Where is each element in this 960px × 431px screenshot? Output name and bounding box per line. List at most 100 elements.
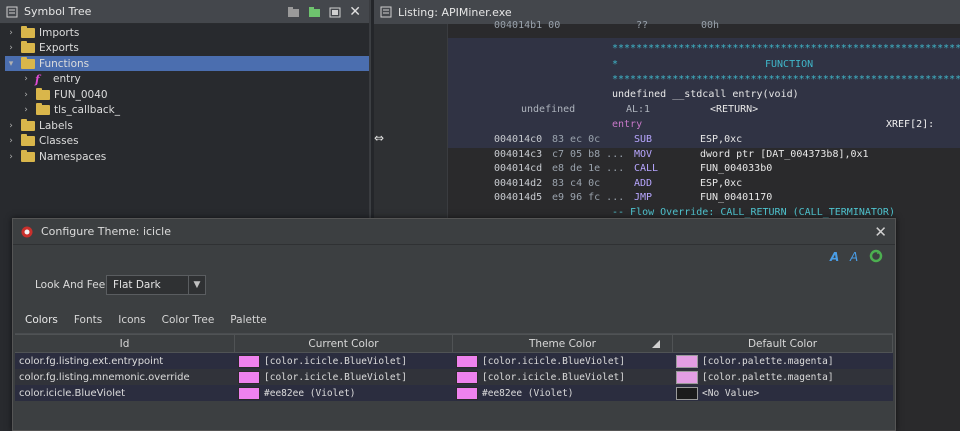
chevron-right-icon[interactable]: › <box>6 152 16 162</box>
tree-item-namespaces[interactable]: › Namespaces <box>6 149 106 164</box>
chevron-right-icon[interactable]: › <box>21 90 31 100</box>
chevron-right-icon[interactable]: › <box>6 121 16 131</box>
tree-item-entry[interactable]: › f entry <box>21 72 81 87</box>
tree-item-tls-callback[interactable]: › tls_callback_ <box>21 103 120 118</box>
tree-item-imports[interactable]: › Imports <box>6 25 79 40</box>
instruction-mnemonic[interactable]: ADD <box>634 178 652 189</box>
current-color-swatch[interactable] <box>238 386 260 400</box>
theme-tabs: Colors Fonts Icons Color Tree Palette <box>17 311 275 335</box>
current-color-swatch[interactable] <box>238 354 260 368</box>
cell-default-color[interactable]: [color.palette.magenta] <box>673 369 893 385</box>
cell-theme-color[interactable]: [color.icicle.BlueViolet] <box>453 369 673 385</box>
instruction-address[interactable]: 004014c0 <box>494 134 542 145</box>
cell-current-color[interactable]: #ee82ee (Violet) <box>235 385 453 401</box>
current-color-value: [color.icicle.BlueViolet] <box>264 355 407 367</box>
function-icon: f <box>35 72 40 86</box>
default-color-swatch[interactable] <box>676 354 698 368</box>
default-color-swatch[interactable] <box>676 370 698 384</box>
instruction-address[interactable]: 004014d5 <box>494 192 542 203</box>
default-color-value: [color.palette.magenta] <box>702 355 834 367</box>
table-row[interactable]: color.fg.listing.mnemonic.override [color… <box>15 369 893 385</box>
theme-color-swatch[interactable] <box>456 370 478 384</box>
entry-label[interactable]: entry <box>612 119 642 130</box>
cell-theme-color[interactable]: [color.icicle.BlueViolet] <box>453 353 673 369</box>
chevron-right-icon[interactable]: › <box>6 136 16 146</box>
theme-color-value: [color.icicle.BlueViolet] <box>482 355 625 367</box>
return-register: AL:1 <box>626 104 651 115</box>
current-color-swatch[interactable] <box>238 370 260 384</box>
column-header-id[interactable]: Id <box>15 335 235 352</box>
look-and-feel-select[interactable]: Flat Dark ▼ <box>106 275 206 295</box>
column-header-default[interactable]: Default Color <box>673 335 893 352</box>
column-header-theme-label: Theme Color <box>529 337 596 350</box>
instruction-operands[interactable]: ESP,0xc <box>700 134 742 145</box>
tree-icon <box>6 6 18 17</box>
tab-colors[interactable]: Colors <box>17 311 66 335</box>
cell-default-color[interactable]: <No Value> <box>673 385 893 401</box>
tree-item-label: tls_callback_ <box>54 104 120 116</box>
instruction-operands[interactable]: FUN_004033b0 <box>700 163 772 174</box>
cell-theme-color[interactable]: #ee82ee (Violet) <box>453 385 673 401</box>
folder-icon <box>36 103 50 115</box>
theme-color-swatch[interactable] <box>456 354 478 368</box>
tab-icons[interactable]: Icons <box>110 311 153 335</box>
table-row[interactable]: color.fg.listing.ext.entrypoint [color.ic… <box>15 353 893 369</box>
create-folder-icon[interactable] <box>287 6 300 18</box>
tab-color-tree[interactable]: Color Tree <box>154 311 223 335</box>
symbol-tree-titlebar: Symbol Tree ✕ <box>0 0 369 24</box>
listing-titlebar: Listing: APIMiner.exe <box>374 0 960 24</box>
instruction-bytes: 83 ec 0c <box>552 134 601 145</box>
table-header: Id Current Color Theme Color Default Col… <box>15 334 893 353</box>
chevron-right-icon[interactable]: › <box>21 74 31 84</box>
theme-color-value: #ee82ee (Violet) <box>482 387 574 399</box>
instruction-address[interactable]: 004014cd <box>494 163 542 174</box>
cell-current-color[interactable]: [color.icicle.BlueViolet] <box>235 369 453 385</box>
chevron-right-icon[interactable]: › <box>6 43 16 53</box>
chevron-down-icon[interactable]: ▼ <box>188 276 205 294</box>
column-header-theme[interactable]: Theme Color <box>453 335 673 352</box>
cell-default-color[interactable]: [color.palette.magenta] <box>673 353 893 369</box>
column-header-current[interactable]: Current Color <box>235 335 453 352</box>
default-color-swatch[interactable] <box>676 386 698 400</box>
tree-item-functions[interactable]: ▾ Functions <box>5 56 369 71</box>
instruction-address[interactable]: 004014d2 <box>494 178 542 189</box>
instruction-mnemonic[interactable]: CALL <box>634 163 658 174</box>
chevron-right-icon[interactable]: › <box>21 105 31 115</box>
instruction-operands[interactable]: ESP,0xc <box>700 178 742 189</box>
current-color-value: #ee82ee (Violet) <box>264 387 356 399</box>
tree-item-label: Imports <box>39 26 80 39</box>
stars-line-1: ****************************************… <box>612 43 960 54</box>
close-icon[interactable]: ✕ <box>349 4 361 20</box>
function-signature[interactable]: undefined __stdcall entry(void) <box>612 89 799 100</box>
tree-item-labels[interactable]: › Labels <box>6 118 73 133</box>
flow-override: -- Flow Override: CALL_RETURN (CALL_TERM… <box>612 207 895 218</box>
instruction-mnemonic[interactable]: JMP <box>634 192 652 203</box>
theme-color-swatch[interactable] <box>456 386 478 400</box>
resize-handle-icon[interactable]: ⇔ <box>374 131 384 145</box>
instruction-operands[interactable]: dword ptr [DAT_004373b8],0x1 <box>700 149 869 160</box>
dialog-close-icon[interactable]: ✕ <box>874 223 887 241</box>
table-row[interactable]: color.icicle.BlueViolet #ee82ee (Violet) #… <box>15 385 893 401</box>
instruction-operands[interactable]: FUN_00401170 <box>700 192 772 203</box>
tree-item-classes[interactable]: › Classes <box>6 134 79 149</box>
default-color-value: <No Value> <box>702 387 760 399</box>
cell-current-color[interactable]: [color.icicle.BlueViolet] <box>235 353 453 369</box>
chevron-right-icon[interactable]: › <box>6 28 16 38</box>
instruction-address[interactable]: 004014c3 <box>494 149 542 160</box>
tab-palette[interactable]: Palette <box>222 311 274 335</box>
instruction-bytes: e9 96 fc ... <box>552 192 625 203</box>
tab-fonts[interactable]: Fonts <box>66 311 110 335</box>
stars-short: * <box>612 59 619 70</box>
snapshot-icon[interactable] <box>329 6 341 18</box>
xref-label[interactable]: XREF[2]: <box>886 119 934 130</box>
tree-item-fun-0040[interactable]: › FUN_0040 <box>21 87 108 102</box>
folder-icon <box>21 41 35 53</box>
font-increase-icon[interactable]: A <box>829 249 843 263</box>
chevron-down-icon[interactable]: ▾ <box>6 59 16 69</box>
instruction-mnemonic[interactable]: MOV <box>634 149 652 160</box>
instruction-mnemonic[interactable]: SUB <box>634 134 652 145</box>
navigate-icon[interactable] <box>308 6 321 18</box>
refresh-icon[interactable] <box>869 249 883 263</box>
tree-item-exports[interactable]: › Exports <box>6 41 79 56</box>
font-decrease-icon[interactable]: A <box>849 249 863 263</box>
